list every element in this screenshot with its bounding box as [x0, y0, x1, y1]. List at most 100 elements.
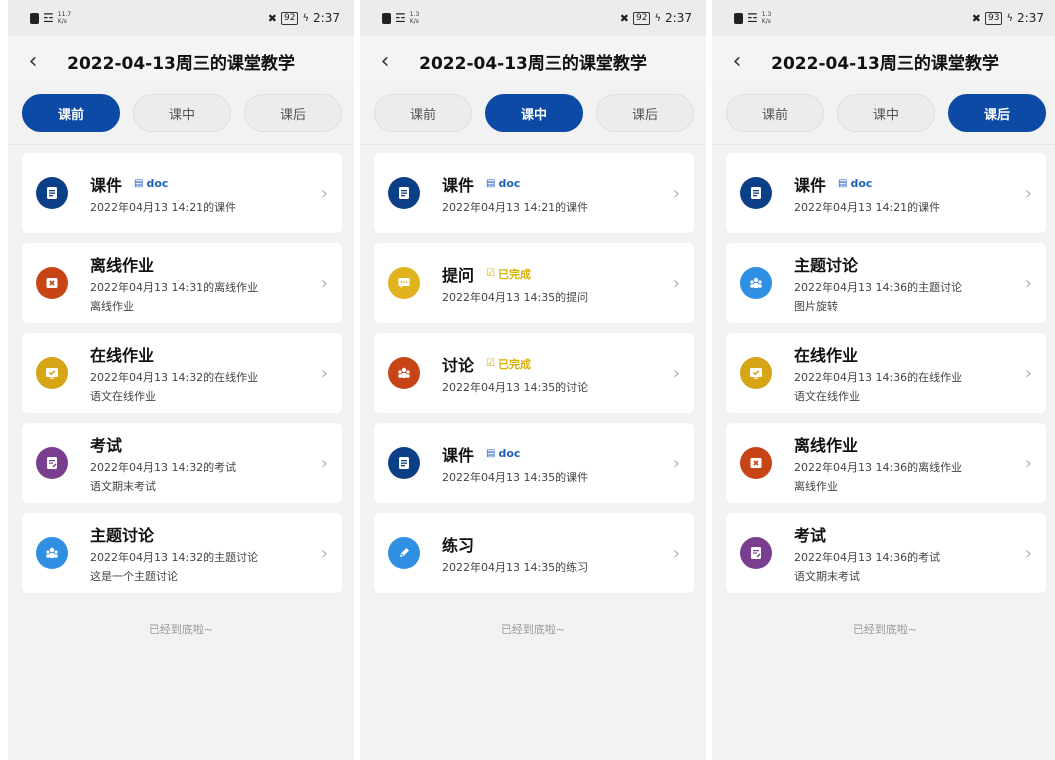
activity-card[interactable]: 练习 2022年04月13 14:35的练习 › — [374, 513, 694, 593]
chevron-right-icon: › — [320, 182, 328, 204]
phone-screen-in-class: ☲ 1.3 K/s ✖ 92 ϟ 2:37 ‹ 2022-04-13周三的课堂教学 课前 课中 课后课… — [360, 0, 706, 760]
tab-before-class[interactable]: 课前 — [374, 94, 472, 132]
check-icon: ☑ — [486, 358, 495, 369]
activity-card[interactable]: 课件 ▤ doc 2022年04月13 14:21的课件 › — [22, 153, 342, 233]
tab-after-class[interactable]: 课后 — [948, 94, 1046, 132]
activity-description: 这是一个主题讨论 — [90, 570, 178, 583]
activity-title: 主题讨论 — [90, 526, 155, 545]
tab-before-class[interactable]: 课前 — [22, 94, 120, 132]
activity-text: 考试 2022年04月13 14:32的考试 语文期末考试 — [90, 432, 313, 494]
people-icon — [36, 537, 68, 569]
wifi-icon: ☲ — [43, 11, 54, 25]
activity-card[interactable]: 课件 ▤ doc 2022年04月13 14:21的课件 › — [726, 153, 1046, 233]
file-icon: ▤ — [486, 178, 496, 189]
activity-timestamp: 2022年04月13 14:36的在线作业 — [794, 371, 963, 384]
activity-card[interactable]: 主题讨论 2022年04月13 14:32的主题讨论 这是一个主题讨论 › — [22, 513, 342, 593]
activity-text: 讨论 ☑ 已完成 2022年04月13 14:35的讨论 — [442, 352, 665, 395]
status-right: ✖ 92 ϟ 2:37 — [268, 11, 340, 25]
back-arrow-icon[interactable]: ‹ — [372, 48, 398, 74]
battery-level: 93 — [984, 11, 1003, 25]
wifi-icon: ☲ — [747, 11, 758, 25]
activity-title-row: 课件 ▤ doc — [90, 172, 313, 196]
tab-in-class[interactable]: 课中 — [133, 94, 231, 132]
phone-screen-before-class: ☲ 11.7 K/s ✖ 92 ϟ 2:37 ‹ 2022-04-13周三的课堂教学 课前 课中 课后… — [8, 0, 354, 760]
activity-list: 课件 ▤ doc 2022年04月13 14:21的课件 › 提问 ☑ 已完成 2022年04月… — [360, 145, 706, 593]
activity-card[interactable]: 离线作业 2022年04月13 14:36的离线作业 离线作业 › — [726, 423, 1046, 503]
activity-title-row: 课件 ▤ doc — [442, 442, 665, 466]
activity-text: 主题讨论 2022年04月13 14:32的主题讨论 这是一个主题讨论 — [90, 522, 313, 584]
activity-card[interactable]: 课件 ▤ doc 2022年04月13 14:35的课件 › — [374, 423, 694, 503]
file-icon: ▤ — [134, 178, 144, 189]
activity-title: 主题讨论 — [794, 256, 859, 275]
activity-timestamp: 2022年04月13 14:21的课件 — [90, 200, 237, 214]
people-icon — [388, 357, 420, 389]
activity-card[interactable]: 讨论 ☑ 已完成 2022年04月13 14:35的讨论 › — [374, 333, 694, 413]
document-icon — [36, 177, 68, 209]
activity-description: 离线作业 — [90, 300, 134, 313]
tab-in-class[interactable]: 课中 — [837, 94, 935, 132]
chat-bubble-icon — [388, 267, 420, 299]
page-title: 2022-04-13周三的课堂教学 — [67, 53, 295, 74]
network-speed: 1.3 K/s — [410, 11, 420, 25]
activity-card[interactable]: 主题讨论 2022年04月13 14:36的主题讨论 图片旋转 › — [726, 243, 1046, 323]
chevron-right-icon: › — [320, 452, 328, 474]
document-icon — [388, 447, 420, 479]
activity-text: 课件 ▤ doc 2022年04月13 14:21的课件 — [442, 172, 665, 215]
activity-description: 语文期末考试 — [90, 480, 156, 493]
activity-timestamp: 2022年04月13 14:21的课件 — [794, 200, 941, 214]
charging-icon: ϟ — [1006, 12, 1014, 24]
chevron-right-icon: › — [320, 272, 328, 294]
tag-label: doc — [498, 177, 521, 190]
activity-timestamp: 2022年04月13 14:36的考试 — [794, 551, 941, 564]
battery-level: 92 — [280, 11, 299, 25]
tab-after-class[interactable]: 课后 — [244, 94, 342, 132]
tab-in-class[interactable]: 课中 — [485, 94, 583, 132]
status-right: ✖ 93 ϟ 2:37 — [972, 11, 1044, 25]
activity-card[interactable]: 提问 ☑ 已完成 2022年04月13 14:35的提问 › — [374, 243, 694, 323]
activity-title-row: 在线作业 — [90, 342, 313, 366]
nav-bar: ‹ 2022-04-13周三的课堂教学 — [8, 36, 354, 86]
status-left: ☲ 1.3 K/s — [382, 11, 419, 25]
activity-card[interactable]: 考试 2022年04月13 14:32的考试 语文期末考试 › — [22, 423, 342, 503]
activity-title-row: 离线作业 — [90, 252, 313, 276]
activity-text: 在线作业 2022年04月13 14:36的在线作业 语文在线作业 — [794, 342, 1017, 404]
mute-bell-icon: ✖ — [619, 11, 629, 25]
chevron-right-icon: › — [320, 542, 328, 564]
tab-after-class[interactable]: 课后 — [596, 94, 694, 132]
activity-timestamp: 2022年04月13 14:32的考试 — [90, 461, 237, 474]
network-speed-value: 1.3 — [761, 11, 772, 18]
activity-title: 课件 — [794, 175, 827, 195]
doc-tag: ▤ doc — [134, 177, 168, 190]
activity-card[interactable]: 在线作业 2022年04月13 14:36的在线作业 语文在线作业 › — [726, 333, 1046, 413]
activity-timestamp: 2022年04月13 14:32的在线作业 — [90, 371, 259, 384]
activity-text: 课件 ▤ doc 2022年04月13 14:21的课件 — [90, 172, 313, 215]
charging-icon: ϟ — [302, 12, 310, 24]
activity-card[interactable]: 离线作业 2022年04月13 14:31的离线作业 离线作业 › — [22, 243, 342, 323]
activity-description: 离线作业 — [794, 480, 838, 493]
file-icon: ▤ — [838, 178, 848, 189]
activity-text: 在线作业 2022年04月13 14:32的在线作业 语文在线作业 — [90, 342, 313, 404]
activity-title: 课件 — [90, 175, 123, 195]
back-arrow-icon[interactable]: ‹ — [724, 48, 750, 74]
activity-title-row: 考试 — [90, 432, 313, 456]
tab-before-class[interactable]: 课前 — [726, 94, 824, 132]
activity-card[interactable]: 考试 2022年04月13 14:36的考试 语文期末考试 › — [726, 513, 1046, 593]
activity-text: 课件 ▤ doc 2022年04月13 14:35的课件 — [442, 442, 665, 485]
exam-paper-icon — [36, 447, 68, 479]
activity-timestamp: 2022年04月13 14:35的课件 — [442, 470, 589, 484]
people-icon — [740, 267, 772, 299]
activity-title-row: 在线作业 — [794, 342, 1017, 366]
sim-card-icon — [734, 12, 743, 24]
activity-card[interactable]: 课件 ▤ doc 2022年04月13 14:21的课件 › — [374, 153, 694, 233]
chevron-right-icon: › — [1024, 542, 1032, 564]
activity-card[interactable]: 在线作业 2022年04月13 14:32的在线作业 语文在线作业 › — [22, 333, 342, 413]
chevron-right-icon: › — [1024, 452, 1032, 474]
charging-icon: ϟ — [654, 12, 662, 24]
tag-label: doc — [146, 177, 169, 190]
monitor-check-icon — [36, 357, 68, 389]
back-arrow-icon[interactable]: ‹ — [20, 48, 46, 74]
activity-title: 课件 — [442, 175, 475, 195]
network-speed-value: 11.7 — [57, 11, 72, 18]
activity-title: 讨论 — [442, 355, 475, 375]
activity-timestamp: 2022年04月13 14:35的提问 — [442, 290, 589, 304]
